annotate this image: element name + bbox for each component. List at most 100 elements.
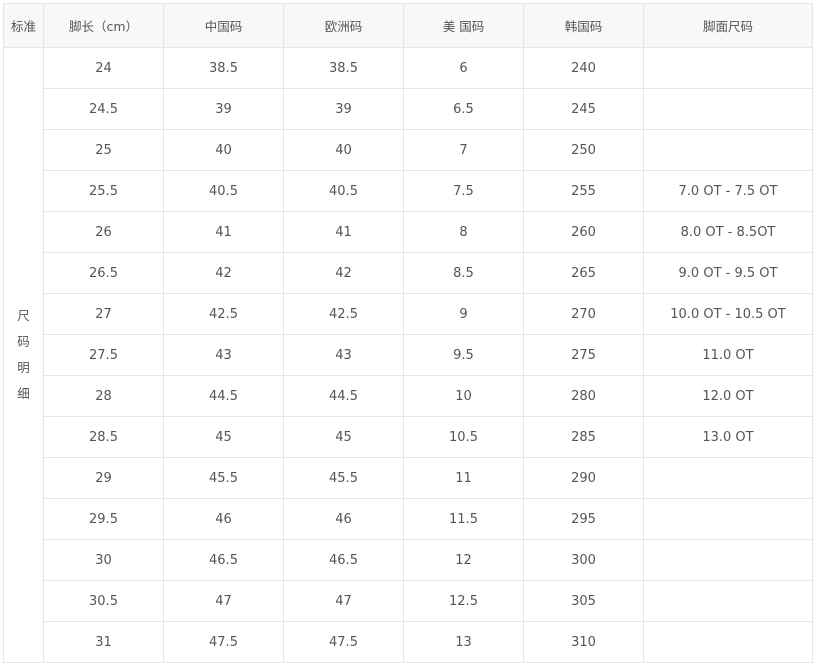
cell-us-size: 7: [403, 129, 524, 171]
table-row: 25 40 40 7 250: [4, 129, 813, 171]
cell-us-size: 13: [403, 621, 524, 663]
cell-korea-size: 305: [523, 580, 644, 622]
cell-foot-length: 31: [43, 621, 164, 663]
cell-foot-length: 25.5: [43, 170, 164, 212]
cell-instep-size: [643, 580, 813, 622]
cell-instep-size: [643, 539, 813, 581]
table-row: 27 42.5 42.5 9 270 10.0 OT - 10.5 OT: [4, 293, 813, 335]
cell-instep-size: 11.0 OT: [643, 334, 813, 376]
cell-korea-size: 295: [523, 498, 644, 540]
cell-foot-length: 26: [43, 211, 164, 253]
cell-us-size: 11.5: [403, 498, 524, 540]
cell-foot-length: 25: [43, 129, 164, 171]
cell-korea-size: 245: [523, 88, 644, 130]
table-row: 31 47.5 47.5 13 310: [4, 621, 813, 663]
table-row: 30 46.5 46.5 12 300: [4, 539, 813, 581]
cell-eu-size: 45: [283, 416, 404, 458]
cell-eu-size: 40: [283, 129, 404, 171]
cell-foot-length: 24.5: [43, 88, 164, 130]
cell-instep-size: [643, 498, 813, 540]
cell-eu-size: 47: [283, 580, 404, 622]
cell-korea-size: 270: [523, 293, 644, 335]
table-row: 26.5 42 42 8.5 265 9.0 OT - 9.5 OT: [4, 252, 813, 294]
cell-eu-size: 46.5: [283, 539, 404, 581]
cell-foot-length: 30: [43, 539, 164, 581]
cell-eu-size: 39: [283, 88, 404, 130]
cell-china-size: 42: [163, 252, 284, 294]
cell-us-size: 9: [403, 293, 524, 335]
table-row: 26 41 41 8 260 8.0 OT - 8.5OT: [4, 211, 813, 253]
cell-foot-length: 29.5: [43, 498, 164, 540]
cell-china-size: 43: [163, 334, 284, 376]
header-instep-size: 脚面尺码: [643, 3, 813, 48]
table-row: 28.5 45 45 10.5 285 13.0 OT: [4, 416, 813, 458]
cell-us-size: 8: [403, 211, 524, 253]
cell-eu-size: 40.5: [283, 170, 404, 212]
cell-china-size: 45: [163, 416, 284, 458]
cell-korea-size: 280: [523, 375, 644, 417]
table-row: 27.5 43 43 9.5 275 11.0 OT: [4, 334, 813, 376]
header-korea-size: 韩国码: [523, 3, 644, 48]
cell-eu-size: 38.5: [283, 47, 404, 89]
cell-eu-size: 42.5: [283, 293, 404, 335]
table-row: 28 44.5 44.5 10 280 12.0 OT: [4, 375, 813, 417]
cell-korea-size: 290: [523, 457, 644, 499]
table-row: 29.5 46 46 11.5 295: [4, 498, 813, 540]
table-body: 尺码明细 24 38.5 38.5 6 240 24.5 39 39 6.5 245 25 40 40 7 2…: [3, 47, 813, 663]
cell-china-size: 45.5: [163, 457, 284, 499]
cell-us-size: 6.5: [403, 88, 524, 130]
cell-instep-size: [643, 47, 813, 89]
cell-instep-size: [643, 88, 813, 130]
header-row: 标准 脚长（cm） 中国码 欧洲码 美 国码 韩国码 脚面尺码: [3, 3, 813, 48]
cell-china-size: 47.5: [163, 621, 284, 663]
cell-instep-size: 12.0 OT: [643, 375, 813, 417]
cell-eu-size: 43: [283, 334, 404, 376]
cell-china-size: 42.5: [163, 293, 284, 335]
cell-eu-size: 44.5: [283, 375, 404, 417]
cell-foot-length: 27: [43, 293, 164, 335]
cell-korea-size: 250: [523, 129, 644, 171]
standard-label-char: 尺: [17, 308, 30, 323]
cell-china-size: 44.5: [163, 375, 284, 417]
cell-korea-size: 255: [523, 170, 644, 212]
cell-us-size: 10.5: [403, 416, 524, 458]
cell-china-size: 39: [163, 88, 284, 130]
cell-instep-size: 13.0 OT: [643, 416, 813, 458]
size-chart-table: 标准 脚长（cm） 中国码 欧洲码 美 国码 韩国码 脚面尺码 尺码明细 24 38…: [3, 3, 813, 663]
table-row: 24.5 39 39 6.5 245: [4, 88, 813, 130]
table-row: 29 45.5 45.5 11 290: [4, 457, 813, 499]
cell-korea-size: 310: [523, 621, 644, 663]
cell-us-size: 8.5: [403, 252, 524, 294]
header-us-size: 美 国码: [403, 3, 524, 48]
cell-china-size: 46.5: [163, 539, 284, 581]
cell-foot-length: 28: [43, 375, 164, 417]
cell-china-size: 38.5: [163, 47, 284, 89]
cell-korea-size: 240: [523, 47, 644, 89]
cell-instep-size: [643, 129, 813, 171]
cell-us-size: 7.5: [403, 170, 524, 212]
cell-instep-size: 9.0 OT - 9.5 OT: [643, 252, 813, 294]
header-standard: 标准: [3, 3, 44, 48]
cell-instep-size: 10.0 OT - 10.5 OT: [643, 293, 813, 335]
cell-foot-length: 29: [43, 457, 164, 499]
cell-china-size: 47: [163, 580, 284, 622]
table-row: 30.5 47 47 12.5 305: [4, 580, 813, 622]
cell-china-size: 40: [163, 129, 284, 171]
cell-us-size: 12: [403, 539, 524, 581]
cell-instep-size: 8.0 OT - 8.5OT: [643, 211, 813, 253]
cell-eu-size: 45.5: [283, 457, 404, 499]
cell-eu-size: 46: [283, 498, 404, 540]
cell-foot-length: 28.5: [43, 416, 164, 458]
cell-eu-size: 41: [283, 211, 404, 253]
cell-instep-size: 7.0 OT - 7.5 OT: [643, 170, 813, 212]
cell-foot-length: 27.5: [43, 334, 164, 376]
standard-label-char: 码: [17, 334, 30, 349]
cell-china-size: 41: [163, 211, 284, 253]
cell-foot-length: 24: [43, 47, 164, 89]
standard-label-cell: 尺码明细: [3, 47, 44, 663]
standard-label-char: 细: [17, 386, 30, 401]
cell-korea-size: 300: [523, 539, 644, 581]
standard-label-char: 明: [17, 360, 30, 375]
cell-instep-size: [643, 621, 813, 663]
cell-china-size: 40.5: [163, 170, 284, 212]
